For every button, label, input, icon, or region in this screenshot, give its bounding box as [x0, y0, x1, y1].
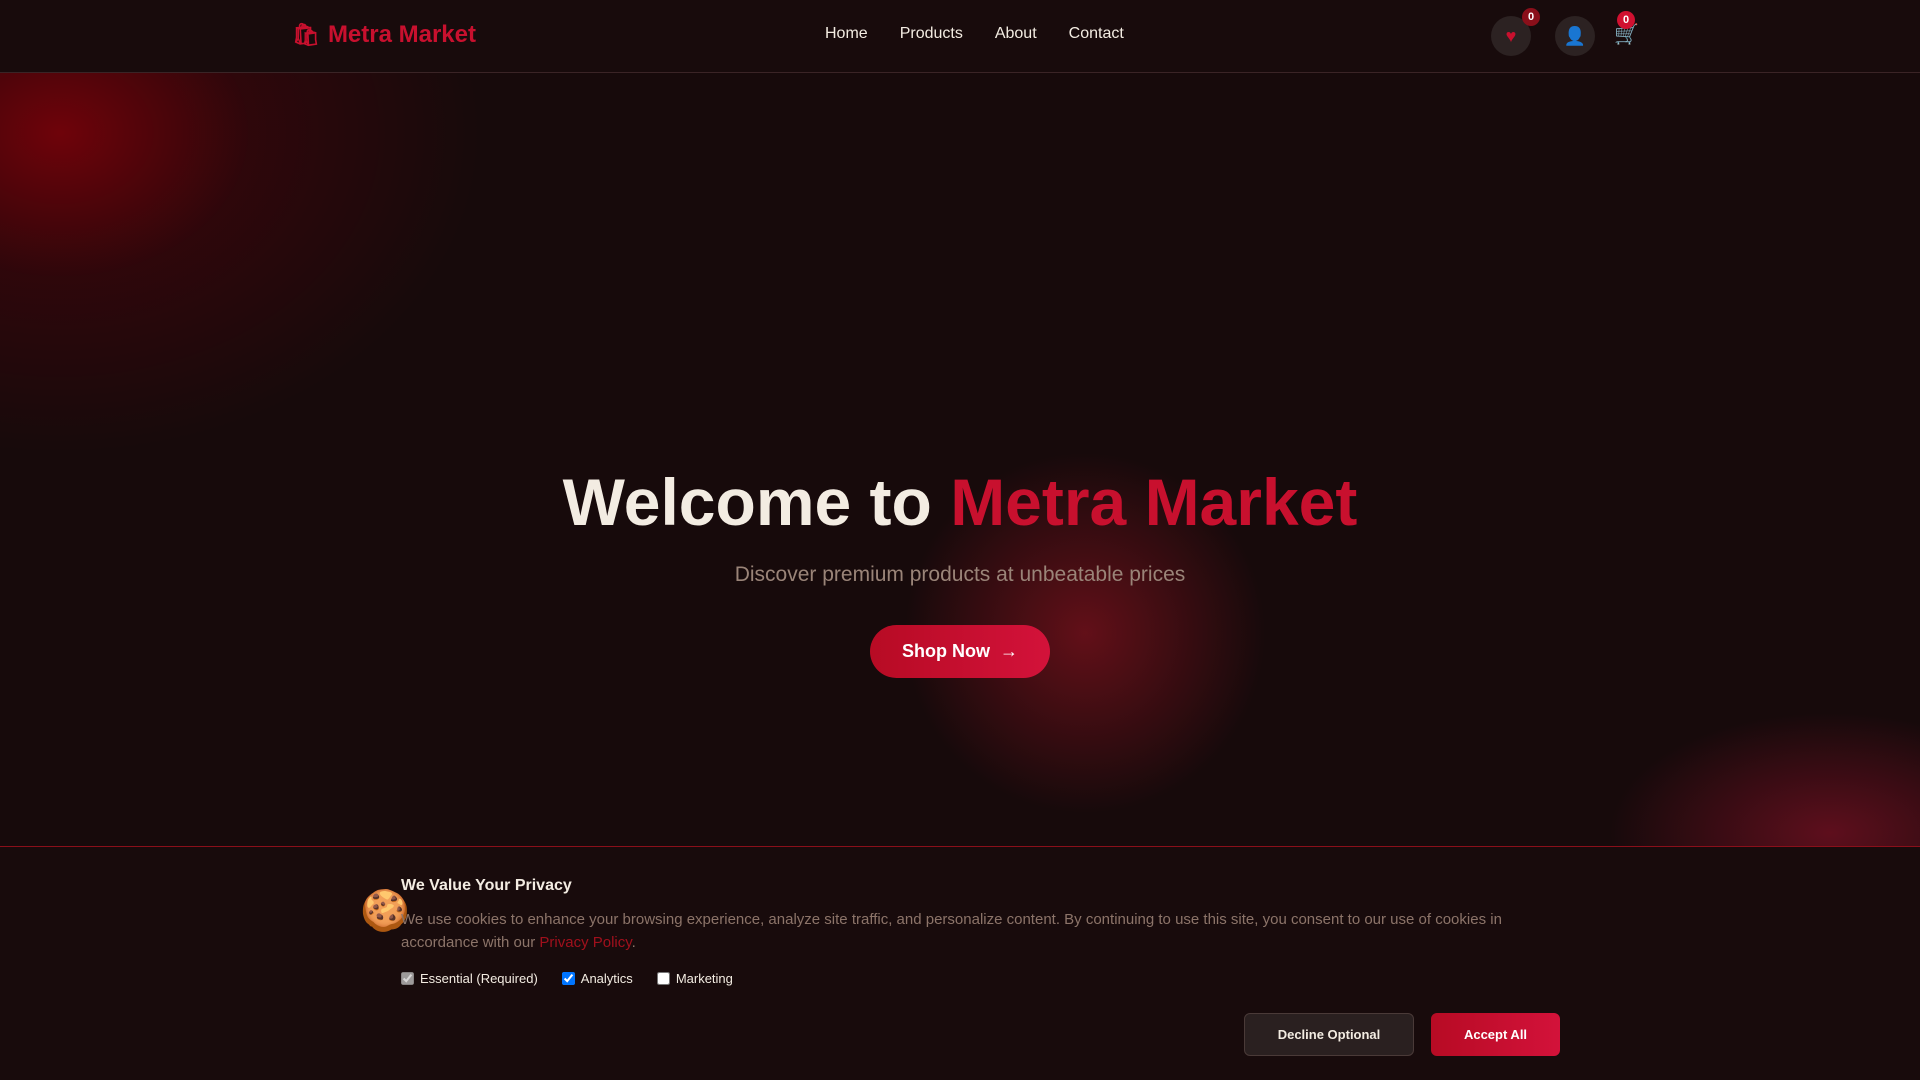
essential-label: Essential (Required) — [420, 971, 538, 986]
essential-checkbox[interactable] — [401, 972, 414, 985]
cookie-preferences: Essential (Required) Analytics Marketing — [401, 971, 733, 986]
decline-optional-button[interactable]: Decline Optional — [1244, 1013, 1414, 1056]
accept-all-button[interactable]: Accept All — [1431, 1013, 1560, 1056]
nav-about[interactable]: About — [995, 25, 1037, 43]
marketing-label: Marketing — [675, 971, 733, 986]
main-nav: Home Products About Contact — [825, 25, 1124, 43]
hero-title: Welcome to Metra Market — [0, 463, 1920, 542]
analytics-checkbox[interactable] — [561, 972, 575, 985]
shop-now-label: Shop Now — [902, 641, 990, 661]
hero-title-prefix: Welcome to — [562, 465, 951, 539]
logo[interactable]: 🛍 Metra Market — [292, 21, 476, 49]
hero-title-brand: Metra Market — [950, 465, 1358, 539]
user-icon: 👤 — [1563, 25, 1587, 46]
hero-subtitle: Discover premium products at unbeatable … — [734, 563, 1186, 586]
cookie-description-end: . — [631, 934, 636, 951]
essential-option: Essential (Required) — [401, 971, 538, 986]
cookie-title: We Value Your Privacy — [401, 877, 572, 894]
marketing-option: Marketing — [656, 971, 733, 986]
heart-icon: ♥ — [1505, 25, 1517, 46]
arrow-right-icon: → — [1000, 641, 1018, 661]
analytics-label: Analytics — [580, 971, 633, 986]
privacy-policy-link[interactable]: Privacy Policy — [539, 934, 631, 951]
nav-products[interactable]: Products — [900, 25, 963, 43]
account-button[interactable]: 👤 — [1555, 16, 1595, 56]
shopping-bag-icon: 🛍 — [292, 22, 320, 47]
nav-contact[interactable]: Contact — [1069, 25, 1124, 43]
logo-text: Metra Market — [327, 21, 476, 48]
cart-count-badge: 0 — [1617, 11, 1635, 29]
nav-home[interactable]: Home — [825, 25, 868, 43]
marketing-checkbox[interactable] — [656, 972, 670, 985]
cookie-description: We use cookies to enhance your browsing … — [401, 908, 1551, 954]
site-header: 🛍 Metra Market Home Products About Conta… — [0, 0, 1920, 73]
wishlist-count-badge: 0 — [1522, 8, 1540, 26]
analytics-option: Analytics — [561, 971, 633, 986]
hero-section: Welcome to Metra Market Discover premium… — [0, 73, 1920, 846]
cookie-banner: 🍪 We Value Your Privacy We use cookies t… — [0, 846, 1920, 1080]
shop-now-button[interactable]: Shop Now → — [870, 625, 1050, 678]
